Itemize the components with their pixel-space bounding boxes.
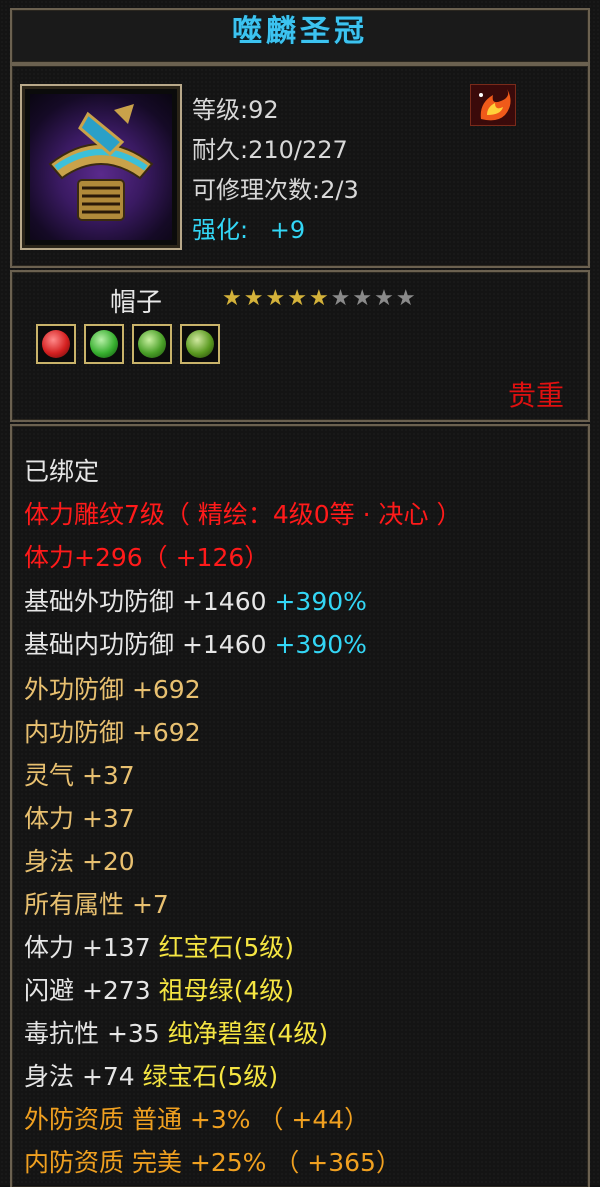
gem4-name: 绿宝石(5级) (142, 1062, 279, 1091)
engrave-line: 体力雕纹7级（ 精绘：4级0等 · 决心 ） (24, 500, 462, 529)
level-text: 等级:92 (192, 96, 279, 124)
star-rating: ★★★★★★★★★ (222, 286, 418, 311)
green-gem-icon (186, 330, 214, 358)
green-gem-icon (90, 330, 118, 358)
spirit-line: 灵气 +37 (24, 761, 135, 790)
item-icon-frame (20, 84, 182, 250)
star-icon: ★ (352, 286, 375, 311)
gem2-stat: 闪避 +273 (24, 976, 151, 1005)
stamina-main-line: 体力+296（ +126） (24, 543, 270, 572)
enhance-value: +9 (269, 216, 306, 244)
gem1-name: 红宝石(5级) (158, 933, 294, 962)
agility-line: 身法 +20 (24, 847, 135, 876)
stamina-line: 体力 +37 (24, 804, 135, 833)
item-tooltip: 噬麟圣冠 等级:92 耐久:210/227 可修理次数:2/3 强化: +9 帽… (0, 0, 600, 1187)
phoenix-flame-icon (470, 84, 516, 126)
ext-aptitude-line: 外防资质 普通 +3% （ +44） (24, 1105, 370, 1134)
item-name: 噬麟圣冠 (232, 14, 368, 49)
gem4-line: 身法 +74 绿宝石(5级) (24, 1057, 278, 1093)
star-icon: ★ (287, 286, 309, 311)
gem-slot-2[interactable] (84, 324, 124, 364)
red-gem-icon (42, 330, 70, 358)
base-ext-def-line: 基础外功防御 +1460 +390% (24, 582, 367, 618)
gem2-line: 闪避 +273 祖母绿(4级) (24, 971, 294, 1007)
int-aptitude-line: 内防资质 完美 +25% （ +365） (24, 1148, 401, 1177)
all-attr-line: 所有属性 +7 (24, 890, 169, 919)
gem3-stat: 毒抗性 +35 (24, 1019, 160, 1048)
int-def-line: 内功防御 +692 (24, 718, 201, 747)
item-type: 帽子 (110, 288, 163, 318)
ext-def-line: 外功防御 +692 (24, 675, 201, 704)
star-icon: ★ (265, 286, 288, 311)
enhance-label: 强化: (192, 216, 249, 244)
crown-helmet-icon (30, 94, 172, 240)
base-int-def-line: 基础内功防御 +1460 +390% (24, 625, 367, 661)
enhance-row: 强化: +9 (192, 210, 305, 245)
green-gem-icon (138, 330, 166, 358)
star-icon: ★ (395, 286, 418, 311)
star-icon: ★ (243, 286, 266, 311)
gem-slot-4[interactable] (180, 324, 220, 364)
star-icon: ★ (330, 286, 353, 311)
star-icon: ★ (308, 286, 331, 311)
gem-slot-3[interactable] (132, 324, 172, 364)
gem2-name: 祖母绿(4级) (158, 976, 294, 1005)
gem4-stat: 身法 +74 (24, 1062, 135, 1091)
base-int-def-pct: +390% (274, 630, 367, 659)
bound-status: 已绑定 (24, 457, 100, 486)
gem1-line: 体力 +137 红宝石(5级) (24, 928, 294, 964)
star-icon: ★ (374, 286, 396, 311)
gem3-line: 毒抗性 +35 纯净碧玺(4级) (24, 1014, 328, 1050)
star-icon: ★ (222, 286, 244, 311)
base-int-def: 基础内功防御 +1460 (24, 630, 267, 659)
durability-text: 耐久:210/227 (192, 136, 348, 164)
gem-slot-1[interactable] (36, 324, 76, 364)
gem3-name: 纯净碧玺(4级) (167, 1019, 329, 1048)
base-ext-def-pct: +390% (274, 587, 367, 616)
repair-count-text: 可修理次数:2/3 (192, 176, 359, 204)
rarity-label: 贵重 (507, 379, 564, 412)
gem1-stat: 体力 +137 (24, 933, 151, 962)
base-ext-def: 基础外功防御 +1460 (24, 587, 267, 616)
